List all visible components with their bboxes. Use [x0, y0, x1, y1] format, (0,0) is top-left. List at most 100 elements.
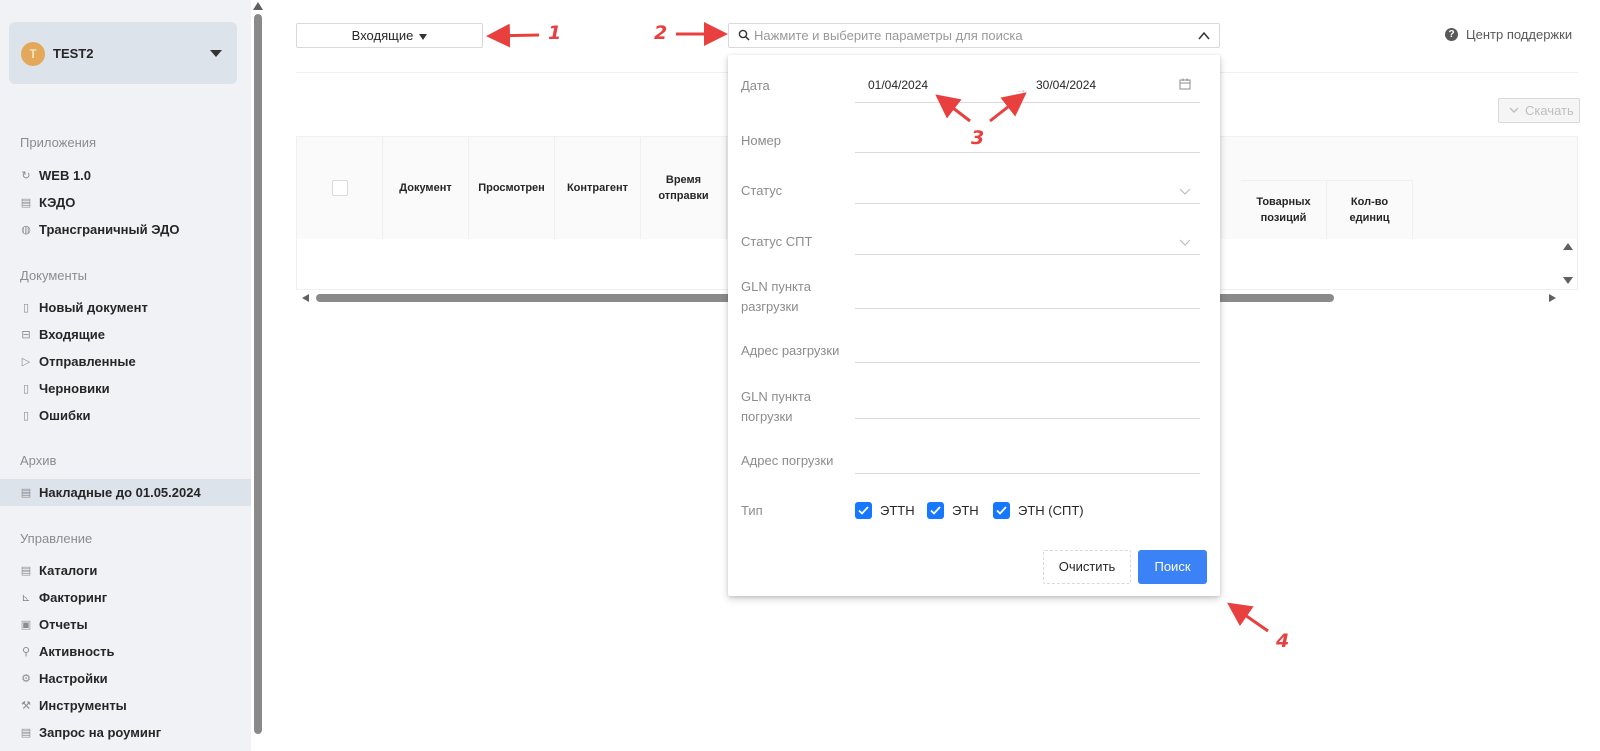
- type-checkbox-ettn[interactable]: ЭТТН: [855, 502, 915, 519]
- scroll-left-arrow[interactable]: [302, 294, 309, 302]
- folder-select-value: Входящие: [351, 28, 414, 43]
- number-label: Номер: [741, 133, 782, 148]
- catalog-icon: ▤: [20, 564, 32, 577]
- scroll-up-arrow[interactable]: [1563, 243, 1573, 250]
- sidebar-item-sent[interactable]: ▷ Отправленные: [0, 348, 251, 375]
- column-header-document[interactable]: Документ: [383, 137, 469, 239]
- select-all-checkbox[interactable]: [331, 180, 348, 196]
- sidebar-item-label: КЭДО: [39, 195, 76, 210]
- type-checkbox-label: ЭТТН: [880, 503, 915, 518]
- send-icon: ▷: [21, 355, 31, 368]
- address-unload-field[interactable]: [855, 362, 1200, 363]
- chart-icon: ⊾: [21, 591, 31, 604]
- sidebar-item-label: Инструменты: [39, 698, 127, 713]
- document-list-icon: ▤: [20, 196, 32, 209]
- section-title-apps: Приложения: [20, 135, 97, 150]
- scroll-right-arrow[interactable]: [1549, 294, 1556, 302]
- sidebar-item-factoring[interactable]: ⊾ Факторинг: [0, 584, 251, 611]
- sidebar-item-archive-waybills[interactable]: ▤ Накладные до 01.05.2024: [0, 479, 251, 506]
- file-icon: ▯: [22, 382, 30, 395]
- arrow-right-icon: →: [1015, 82, 1027, 96]
- support-center-link[interactable]: ? Центр поддержки: [1445, 27, 1572, 42]
- sidebar-item-crossborder[interactable]: ◍ Трансграничный ЭДО: [0, 216, 251, 243]
- column-header-unit-count[interactable]: Кол-во единиц: [1327, 180, 1413, 239]
- column-header-viewed[interactable]: Просмотрен: [469, 137, 555, 239]
- calendar-icon[interactable]: [1179, 78, 1191, 90]
- sidebar-item-reports[interactable]: ▣ Отчеты: [0, 611, 251, 638]
- search-input[interactable]: Нажмите и выберите параметры для поиска: [728, 23, 1220, 48]
- gln-load-field[interactable]: [855, 418, 1200, 419]
- column-header-item-positions[interactable]: Товарных позиций: [1241, 180, 1327, 239]
- account-switcher[interactable]: T TEST2: [9, 22, 237, 84]
- status-select[interactable]: [855, 203, 1200, 204]
- sidebar-item-label: Факторинг: [39, 590, 108, 605]
- checkbox-checked-icon[interactable]: [993, 502, 1010, 519]
- refresh-icon: ↻: [21, 169, 31, 182]
- annotation-label-3: 3: [971, 127, 985, 149]
- caret-down-icon[interactable]: [210, 50, 222, 57]
- sidebar-item-label: Трансграничный ЭДО: [39, 222, 180, 237]
- archive-list-icon: ▤: [20, 486, 32, 499]
- chevron-down-icon[interactable]: [1179, 239, 1191, 247]
- gln-load-label: GLN пункта погрузки: [741, 389, 811, 424]
- chevron-up-icon[interactable]: [1197, 29, 1211, 43]
- search-icon: ⚲: [21, 645, 31, 658]
- column-header-sent-time[interactable]: Время отправки: [641, 137, 727, 239]
- sidebar-item-activity[interactable]: ⚲ Активность: [0, 638, 251, 665]
- download-label: Скачать: [1525, 103, 1574, 118]
- address-load-label: Адрес погрузки: [741, 453, 834, 468]
- date-to-input[interactable]: 30/04/2024: [1036, 78, 1096, 92]
- sidebar-item-label: Каталоги: [39, 563, 98, 578]
- address-unload-label: Адрес разгрузки: [741, 343, 840, 358]
- sidebar-item-label: Новый документ: [39, 300, 148, 315]
- caret-down-icon: [419, 33, 428, 40]
- section-title-documents: Документы: [20, 268, 88, 283]
- sidebar-item-label: Черновики: [39, 381, 110, 396]
- checkbox-checked-icon[interactable]: [855, 502, 872, 519]
- sidebar-item-label: Накладные до 01.05.2024: [39, 485, 201, 500]
- annotation-arrow-4: [1227, 602, 1269, 633]
- status-spt-select[interactable]: [855, 254, 1200, 255]
- sidebar-item-catalogs[interactable]: ▤ Каталоги: [0, 557, 251, 584]
- scroll-up-arrow[interactable]: [253, 2, 263, 10]
- account-name: TEST2: [53, 46, 94, 61]
- clear-button[interactable]: Очистить: [1043, 550, 1131, 584]
- sidebar-scrollbar[interactable]: [251, 0, 265, 751]
- sidebar-item-inbox[interactable]: ⊟ Входящие: [0, 321, 251, 348]
- sidebar-item-web[interactable]: ↻ WEB 1.0: [0, 162, 251, 189]
- date-from-input[interactable]: 01/04/2024: [868, 78, 928, 92]
- wrench-icon: ⚒: [21, 699, 31, 712]
- gear-icon: ⚙: [21, 672, 31, 685]
- search-button[interactable]: Поиск: [1138, 550, 1207, 584]
- sidebar: T TEST2 Приложения ↻ WEB 1.0 ▤ КЭДО ◍ Транс…: [0, 0, 251, 751]
- sidebar-item-kedo[interactable]: ▤ КЭДО: [0, 189, 251, 216]
- sidebar-item-new-document[interactable]: ▯ Новый документ: [0, 294, 251, 321]
- annotation-label-1: 1: [548, 22, 562, 44]
- report-icon: ▣: [20, 618, 32, 631]
- file-error-icon: ▯: [22, 409, 30, 422]
- number-field[interactable]: [855, 152, 1200, 153]
- search-icon: [738, 29, 750, 41]
- download-button[interactable]: Скачать: [1498, 98, 1580, 123]
- type-label: Тип: [741, 503, 763, 518]
- folder-select[interactable]: Входящие: [296, 23, 483, 48]
- annotation-label-2: 2: [654, 22, 668, 44]
- sidebar-item-settings[interactable]: ⚙ Настройки: [0, 665, 251, 692]
- address-load-field[interactable]: [855, 473, 1200, 474]
- sidebar-item-label: Входящие: [39, 327, 105, 342]
- checkbox-checked-icon[interactable]: [927, 502, 944, 519]
- scrollbar-thumb[interactable]: [254, 14, 262, 734]
- column-header-counterparty[interactable]: Контрагент: [555, 137, 641, 239]
- request-icon: ▤: [20, 726, 32, 739]
- sidebar-item-label: Отчеты: [39, 617, 88, 632]
- sidebar-item-roaming-request[interactable]: ▤ Запрос на роуминг: [0, 719, 251, 746]
- sidebar-item-errors[interactable]: ▯ Ошибки: [0, 402, 251, 429]
- scroll-down-arrow[interactable]: [1563, 277, 1573, 284]
- type-checkbox-etn-spt[interactable]: ЭТН (СПТ): [993, 502, 1084, 519]
- status-spt-label: Статус СПТ: [741, 234, 813, 249]
- type-checkbox-etn[interactable]: ЭТН: [927, 502, 979, 519]
- sidebar-item-drafts[interactable]: ▯ Черновики: [0, 375, 251, 402]
- chevron-down-icon[interactable]: [1179, 188, 1191, 196]
- gln-unload-field[interactable]: [855, 308, 1200, 309]
- sidebar-item-tools[interactable]: ⚒ Инструменты: [0, 692, 251, 719]
